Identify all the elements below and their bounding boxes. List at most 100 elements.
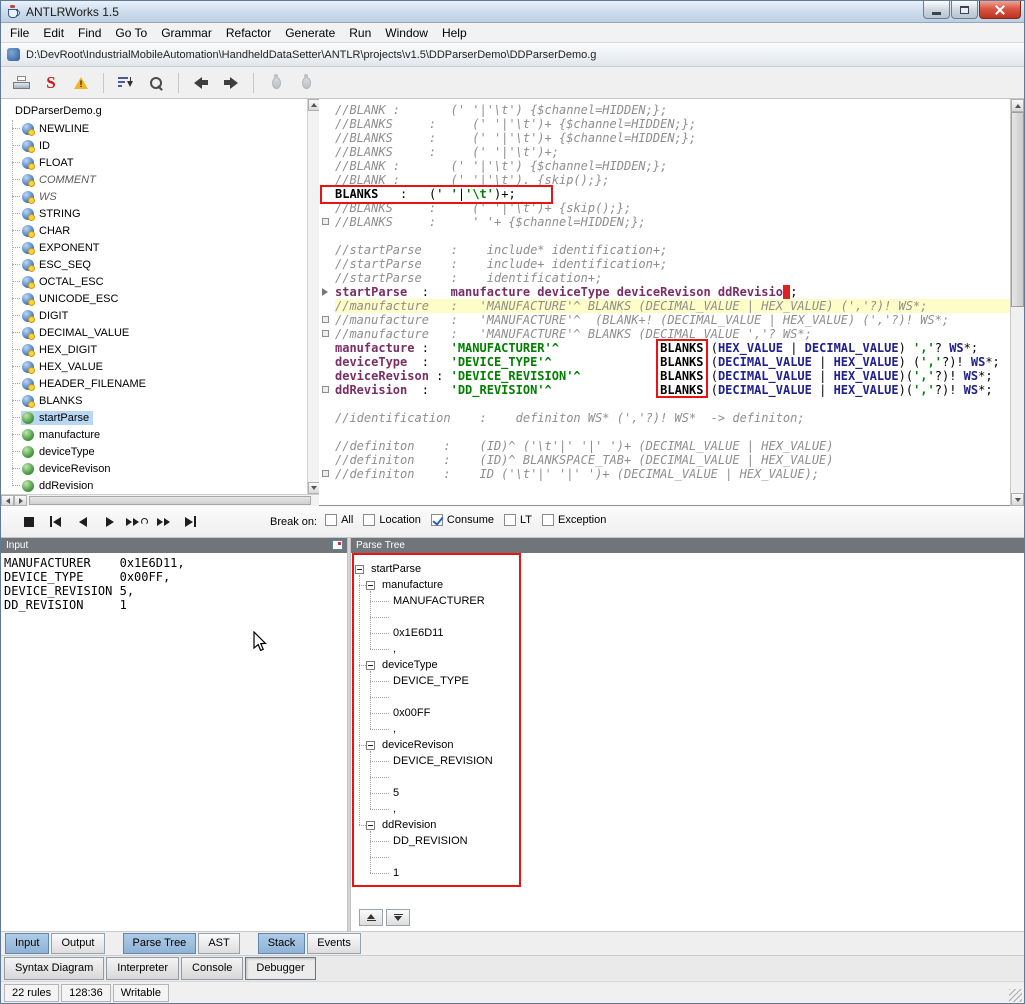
rule-tree-item-WS[interactable]: WS — [1, 188, 307, 205]
menu-generate[interactable]: Generate — [278, 24, 342, 42]
back-button[interactable] — [187, 70, 215, 96]
parse-tree-node-1[interactable]: 1 — [391, 865, 401, 881]
print-button[interactable] — [7, 70, 35, 96]
collapse-all-button[interactable] — [386, 909, 410, 926]
editor-line[interactable]: //BLANKS : (' '|'\t')+ {$channel=HIDDEN;… — [335, 131, 1010, 145]
collapse-toggle[interactable] — [366, 821, 375, 830]
editor-line[interactable]: //BLANKS : (' '|'\t')+; — [335, 145, 1010, 159]
rule-tree-item-deviceType[interactable]: deviceType — [1, 443, 307, 460]
editor-line[interactable]: //definiton : ID ('\t'|' '|' ')+ (DECIMA… — [335, 467, 1010, 481]
rule-tree-item-STRING[interactable]: STRING — [1, 205, 307, 222]
breakon-consume-checkbox[interactable]: Consume — [430, 513, 494, 526]
title-bar[interactable]: ANTLRWorks 1.5 — [1, 1, 1024, 23]
tab-syntax-diagram[interactable]: Syntax Diagram — [4, 957, 105, 980]
fold-marker[interactable] — [322, 470, 329, 477]
parse-tree-node-0x1E6D11[interactable]: 0x1E6D11 — [391, 625, 446, 641]
tab-console[interactable]: Console — [181, 957, 244, 980]
collapse-toggle[interactable] — [355, 565, 364, 574]
scroll-up-button[interactable] — [1011, 99, 1024, 112]
rule-tree-item-HEX_DIGIT[interactable]: HEX_DIGIT — [1, 341, 307, 358]
forward-button[interactable] — [217, 70, 245, 96]
fold-marker[interactable] — [322, 386, 329, 393]
scroll-left-button[interactable] — [1, 495, 14, 506]
rule-tree-item-FLOAT[interactable]: FLOAT — [1, 154, 307, 171]
rule-tree-item-deviceRevison[interactable]: deviceRevison — [1, 460, 307, 477]
goto-end-button[interactable] — [177, 510, 204, 533]
rule-tree-item-ID[interactable]: ID — [1, 137, 307, 154]
editor-line[interactable]: manufacture : 'MANUFACTURER'^ BLANKS (HE… — [335, 341, 1010, 355]
warnings-button[interactable]: ! — [67, 70, 95, 96]
editor-scrollbar[interactable] — [1010, 99, 1024, 506]
view-tab-parse-tree[interactable]: Parse Tree — [122, 933, 197, 954]
parse-tree-node-deviceRevison[interactable]: deviceRevison — [380, 737, 456, 753]
rule-tree-item-UNICODE_ESC[interactable]: UNICODE_ESC — [1, 290, 307, 307]
editor-line[interactable]: //startParse : identification+; — [335, 271, 1010, 285]
collapse-toggle[interactable] — [366, 581, 375, 590]
parse-tree-node-0x00FF[interactable]: 0x00FF — [391, 705, 432, 721]
expand-all-button[interactable] — [359, 909, 383, 926]
rule-tree-item-HEADER_FILENAME[interactable]: HEADER_FILENAME — [1, 375, 307, 392]
editor-line[interactable]: //BLANKS : (' '|'\t')+ {$channel=HIDDEN;… — [335, 117, 1010, 131]
rule-tree-item-NEWLINE[interactable]: NEWLINE — [1, 120, 307, 137]
step-back-button[interactable] — [69, 510, 96, 533]
grammar-editor[interactable]: //BLANK : (' '|'\t') {$channel=HIDDEN;};… — [319, 99, 1010, 505]
scroll-down-button[interactable] — [1011, 493, 1024, 506]
run-to-end-button[interactable] — [150, 510, 177, 533]
rule-tree-item-ESC_SEQ[interactable]: ESC_SEQ — [1, 256, 307, 273]
menu-find[interactable]: Find — [71, 24, 108, 42]
minimize-button[interactable] — [923, 1, 950, 19]
menu-help[interactable]: Help — [435, 24, 474, 42]
breakon-exception-checkbox[interactable]: Exception — [542, 513, 606, 526]
scrollbar-thumb[interactable] — [1011, 112, 1024, 307]
parse-tree-node-startParse[interactable]: startParse — [369, 561, 423, 577]
view-tab-output[interactable]: Output — [51, 933, 105, 954]
editor-line[interactable]: //manufacture : 'MANUFACTURE'^ BLANKS (D… — [335, 299, 1010, 313]
rule-tree-item-DIGIT[interactable]: DIGIT — [1, 307, 307, 324]
undock-icon[interactable] — [332, 540, 343, 550]
editor-line[interactable]: BLANKS : (' '|'\t')+; — [335, 187, 1010, 201]
menu-grammar[interactable]: Grammar — [154, 24, 219, 42]
maximize-button[interactable] — [951, 1, 978, 19]
tab-debugger[interactable]: Debugger — [245, 957, 316, 980]
sort-rules-button[interactable] — [112, 70, 140, 96]
parse-tree-node-MANUFACTURER[interactable]: MANUFACTURER — [391, 593, 487, 609]
parse-tree-node-ddRevision[interactable]: ddRevision — [380, 817, 438, 833]
parse-tree-node-comma[interactable]: , — [391, 801, 398, 817]
check-syntax-button[interactable]: S — [37, 70, 65, 96]
view-tab-input[interactable]: Input — [5, 933, 50, 954]
fold-marker[interactable] — [322, 316, 329, 323]
menu-run[interactable]: Run — [342, 24, 378, 42]
debug-button[interactable] — [262, 70, 290, 96]
rule-tree-item-BLANKS[interactable]: BLANKS — [1, 392, 307, 409]
rule-tree-item-manufacture[interactable]: manufacture — [1, 426, 307, 443]
editor-line[interactable] — [335, 397, 1010, 411]
rule-tree-item-startParse[interactable]: startParse — [1, 409, 307, 426]
menu-go-to[interactable]: Go To — [108, 24, 154, 42]
stop-button[interactable] — [15, 510, 42, 533]
menu-edit[interactable]: Edit — [36, 24, 71, 42]
view-tab-ast[interactable]: AST — [198, 933, 240, 954]
editor-line[interactable] — [335, 229, 1010, 243]
editor-line[interactable] — [335, 425, 1010, 439]
editor-line[interactable]: ddRevision : 'DD_REVISION'^ BLANKS (DECI… — [335, 383, 1010, 397]
goto-start-button[interactable] — [42, 510, 69, 533]
parse-tree-node-manufacture[interactable]: manufacture — [380, 577, 445, 593]
editor-line[interactable]: //BLANK : (' '|'\t') {$channel=HIDDEN;}; — [335, 159, 1010, 173]
editor-line[interactable]: //definiton : (ID)^ ('\t'|' '|' ')+ (DEC… — [335, 439, 1010, 453]
fold-marker[interactable] — [322, 218, 329, 225]
breakon-all-checkbox[interactable]: All — [325, 513, 353, 526]
parse-tree-node-5[interactable]: 5 — [391, 785, 401, 801]
menu-refactor[interactable]: Refactor — [219, 24, 278, 42]
rule-tree-hscrollbar[interactable] — [1, 494, 319, 506]
editor-line[interactable]: //BLANK : (' '|'\t'). {skip();}; — [335, 173, 1010, 187]
editor-line[interactable]: //manufacture : 'MANUFACTURE'^ BLANKS (D… — [335, 327, 1010, 341]
scroll-right-button[interactable] — [14, 495, 27, 506]
step-forward-button[interactable] — [96, 510, 123, 533]
editor-line[interactable]: deviceType : 'DEVICE_TYPE'^ BLANKS (DECI… — [335, 355, 1010, 369]
editor-line[interactable]: deviceRevison : 'DEVICE_REVISION'^ BLANK… — [335, 369, 1010, 383]
rule-tree-item-ddRevision[interactable]: ddRevision — [1, 477, 307, 494]
parse-tree-node-deviceType[interactable]: deviceType — [380, 657, 440, 673]
editor-line[interactable]: //identification : definiton WS* (','?)!… — [335, 411, 1010, 425]
collapse-toggle[interactable] — [366, 661, 375, 670]
close-button[interactable] — [979, 1, 1021, 19]
